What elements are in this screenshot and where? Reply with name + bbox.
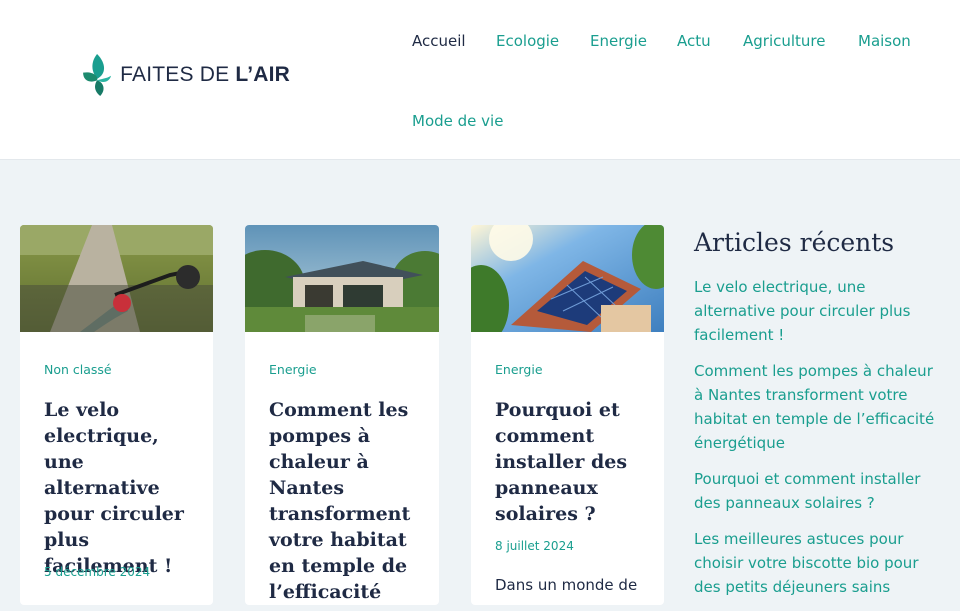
post-card[interactable]: Energie Pourquoi et comment installer de…: [471, 225, 664, 605]
post-thumbnail-house[interactable]: [245, 225, 439, 332]
nav-item-mode-de-vie[interactable]: Mode de vie: [412, 112, 503, 130]
widget-title: Articles récents: [694, 228, 895, 257]
post-title[interactable]: Comment les pompes à chaleur à Nantes tr…: [269, 397, 421, 605]
site-header: FAITES DE L’AIR Accueil Ecologie Energie…: [0, 0, 960, 160]
recent-posts-widget: Articles récents Le velo electrique, une…: [694, 228, 944, 611]
post-title[interactable]: Le velo electrique, une alternative pour…: [44, 397, 196, 579]
post-excerpt: Dans un monde de: [495, 576, 638, 594]
logo-wordmark: FAITES DE L’AIR: [120, 63, 290, 86]
site-logo[interactable]: FAITES DE L’AIR: [80, 46, 290, 104]
post-date: 5 décembre 2024: [44, 565, 151, 579]
leaf-logo-icon: [83, 54, 112, 96]
post-date: 8 juillet 2024: [495, 539, 574, 553]
recent-post-link[interactable]: Les meilleures astuces pour choisir votr…: [694, 527, 944, 599]
nav-item-agriculture[interactable]: Agriculture: [743, 32, 826, 50]
nav-item-ecologie[interactable]: Ecologie: [496, 32, 559, 50]
nav-item-actu[interactable]: Actu: [677, 32, 711, 50]
post-card[interactable]: Energie Comment les pompes à chaleur à N…: [245, 225, 439, 605]
post-category[interactable]: Energie: [269, 362, 317, 377]
recent-posts-list: Le velo electrique, une alternative pour…: [694, 275, 944, 599]
nav-item-energie[interactable]: Energie: [590, 32, 647, 50]
post-card[interactable]: Non classé Le velo electrique, une alter…: [20, 225, 213, 605]
recent-post-link[interactable]: Comment les pompes à chaleur à Nantes tr…: [694, 359, 944, 455]
post-category[interactable]: Non classé: [44, 362, 112, 377]
nav-item-maison[interactable]: Maison: [858, 32, 911, 50]
post-thumbnail-bike[interactable]: [20, 225, 213, 332]
recent-post-link[interactable]: Le velo electrique, une alternative pour…: [694, 275, 944, 347]
post-category[interactable]: Energie: [495, 362, 543, 377]
post-thumbnail-solar-panels[interactable]: [471, 225, 664, 332]
post-title[interactable]: Pourquoi et comment installer des pannea…: [495, 397, 647, 527]
recent-post-link[interactable]: Pourquoi et comment installer des pannea…: [694, 467, 944, 515]
nav-item-accueil[interactable]: Accueil: [412, 32, 466, 50]
